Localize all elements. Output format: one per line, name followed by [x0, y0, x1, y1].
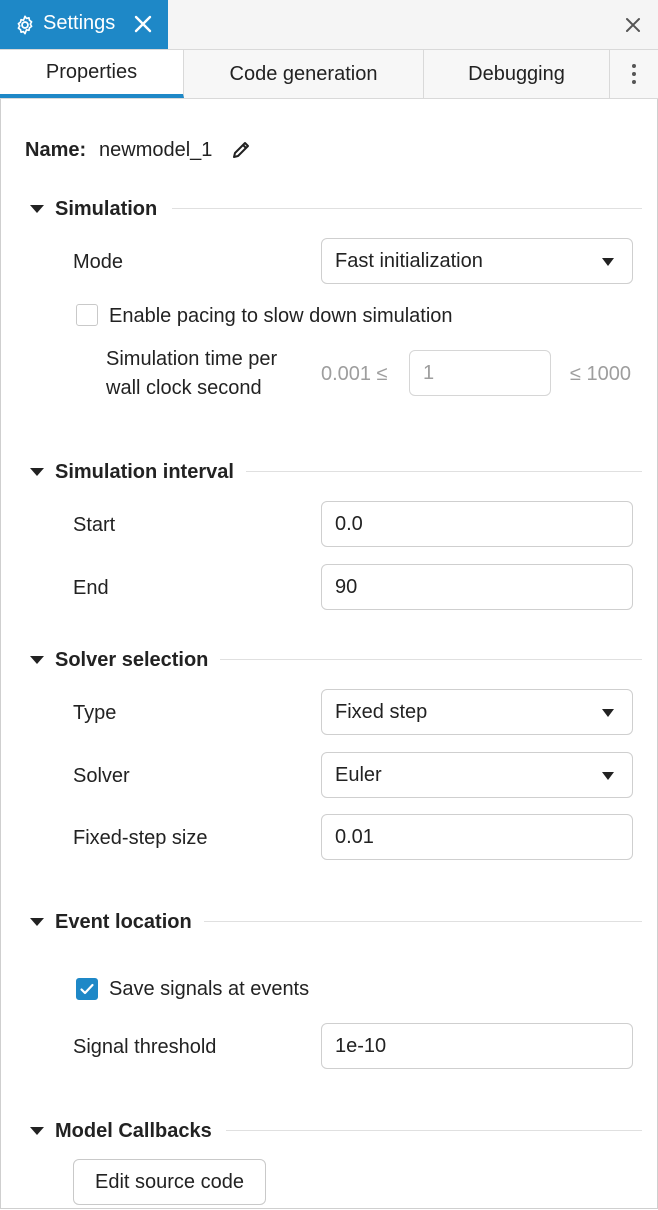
pacing-checkbox[interactable] [76, 304, 98, 326]
callbacks-section-title: Model Callbacks [55, 1120, 212, 1142]
pencil-icon[interactable] [231, 140, 251, 160]
settings-tab-title: Settings [43, 12, 116, 34]
settings-subtabs: Properties Code generation Debugging [0, 50, 658, 99]
interval-section-title: Simulation interval [55, 461, 234, 483]
start-value: 0.0 [335, 512, 363, 535]
checkmark-icon [80, 983, 94, 995]
mode-select-value: Fast initialization [335, 249, 483, 272]
simulation-section-title: Simulation [55, 198, 158, 220]
solver-section-title: Solver selection [55, 649, 209, 671]
start-label: Start [73, 514, 116, 536]
interval-collapse-icon[interactable] [30, 468, 44, 476]
pacing-label: Enable pacing to slow down simulation [109, 305, 453, 327]
close-tab-icon[interactable] [134, 15, 152, 33]
type-label: Type [73, 702, 117, 724]
model-name: newmodel_1 [99, 139, 213, 161]
threshold-label: Signal threshold [73, 1036, 217, 1058]
event-section-title: Event location [55, 911, 192, 933]
window-tab-bar: Settings [0, 0, 658, 50]
tab-code-generation[interactable]: Code generation [184, 50, 424, 98]
divider [226, 1130, 642, 1131]
simulation-collapse-icon[interactable] [30, 205, 44, 213]
divider [204, 921, 642, 922]
divider [246, 471, 642, 472]
threshold-value: 1e-10 [335, 1034, 387, 1057]
type-select[interactable]: Fixed step [321, 689, 633, 735]
chevron-down-icon [602, 709, 614, 717]
chevron-down-icon [602, 258, 614, 266]
mode-select[interactable]: Fast initialization [321, 238, 633, 284]
sim-time-input[interactable]: 1 [409, 350, 551, 396]
start-input[interactable]: 0.0 [321, 501, 633, 547]
threshold-input[interactable]: 1e-10 [321, 1023, 633, 1069]
solver-label: Solver [73, 765, 130, 787]
sim-time-max: ≤ 1000 [570, 363, 632, 385]
mode-label: Mode [73, 251, 124, 273]
chevron-down-icon [602, 772, 614, 780]
settings-tab[interactable]: Settings [0, 0, 168, 49]
tab-debugging[interactable]: Debugging [424, 50, 610, 98]
sim-time-min: 0.001 ≤ [321, 363, 388, 385]
close-icon[interactable] [624, 16, 642, 34]
sim-time-label-line1: Simulation time per [106, 348, 278, 370]
name-label: Name: [25, 139, 87, 161]
callbacks-collapse-icon[interactable] [30, 1127, 44, 1135]
sim-time-label-line2: wall clock second [106, 377, 262, 399]
divider [220, 659, 642, 660]
end-value: 90 [335, 575, 358, 598]
solver-select-value: Euler [335, 763, 382, 786]
edit-source-code-button[interactable]: Edit source code [73, 1159, 266, 1205]
type-select-value: Fixed step [335, 700, 428, 723]
step-size-input[interactable]: 0.01 [321, 814, 633, 860]
step-size-value: 0.01 [335, 825, 374, 848]
tab-properties[interactable]: Properties [0, 50, 184, 98]
save-signals-checkbox[interactable] [76, 978, 98, 1000]
step-size-label: Fixed-step size [73, 827, 208, 849]
end-label: End [73, 577, 109, 599]
sim-time-value: 1 [423, 361, 435, 384]
gear-icon [17, 15, 33, 35]
solver-collapse-icon[interactable] [30, 656, 44, 664]
more-options-icon[interactable] [610, 50, 658, 98]
end-input[interactable]: 90 [321, 564, 633, 610]
solver-select[interactable]: Euler [321, 752, 633, 798]
save-signals-label: Save signals at events [109, 978, 310, 1000]
event-collapse-icon[interactable] [30, 918, 44, 926]
divider [172, 208, 642, 209]
